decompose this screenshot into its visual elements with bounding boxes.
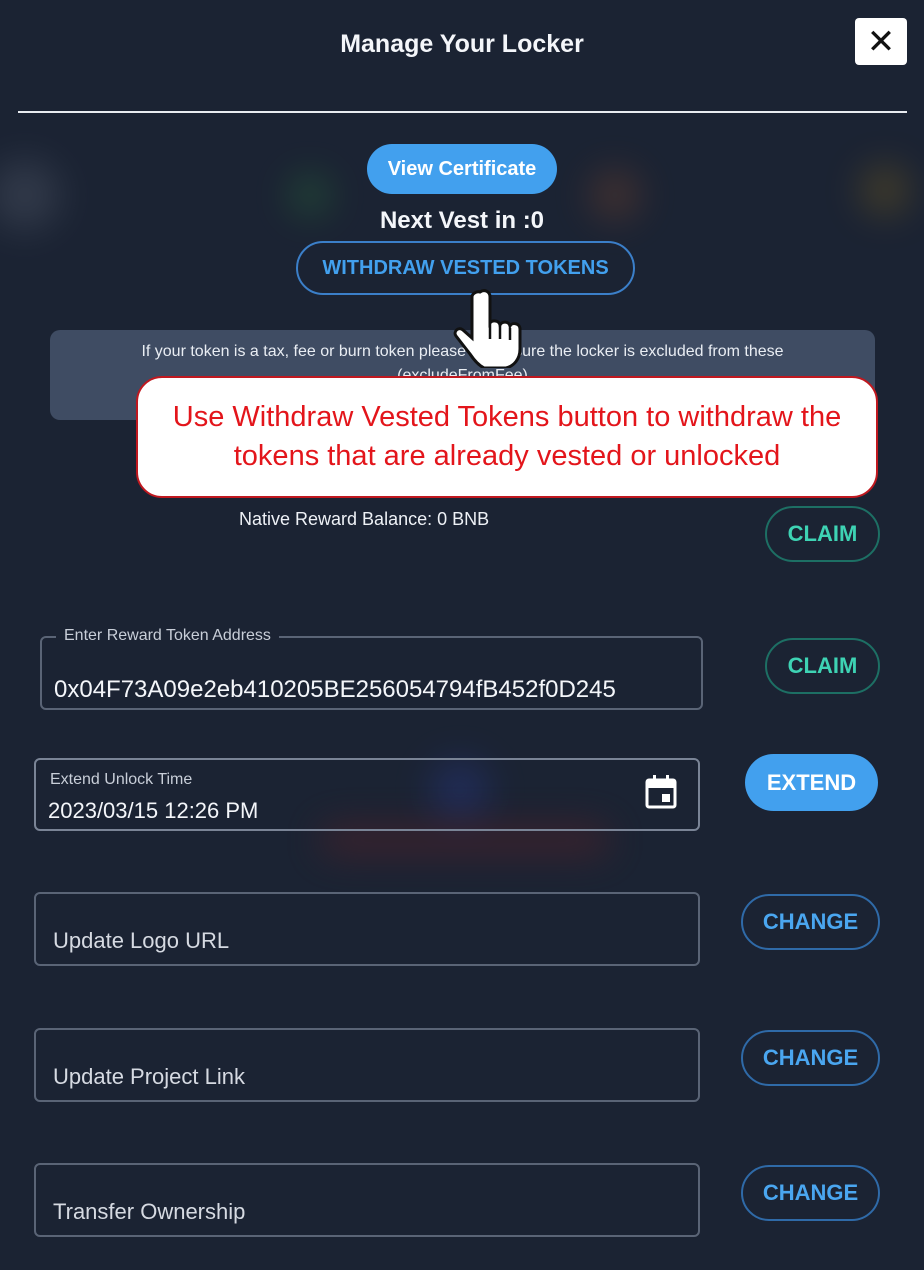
update-logo-url-field[interactable]: Update Logo URL	[34, 892, 700, 966]
next-vest-text: Next Vest in :0	[379, 207, 545, 234]
claim-token-button[interactable]: CLAIM	[765, 638, 880, 694]
change-logo-button[interactable]: CHANGE	[741, 894, 880, 950]
reward-token-address-label: Enter Reward Token Address	[56, 627, 279, 645]
update-project-link-placeholder: Update Project Link	[53, 1064, 245, 1089]
view-certificate-button[interactable]: View Certificate	[367, 144, 557, 194]
extend-unlock-time-label: Extend Unlock Time	[50, 771, 193, 788]
withdraw-vested-tokens-button[interactable]: WITHDRAW VESTED TOKENS	[296, 241, 635, 295]
transfer-ownership-placeholder: Transfer Ownership	[53, 1199, 246, 1224]
change-project-link-button[interactable]: CHANGE	[741, 1030, 880, 1086]
calendar-icon[interactable]	[644, 774, 678, 810]
reward-token-address-field[interactable]: Enter Reward Token Address 0x04F73A09e2e…	[40, 627, 703, 710]
transfer-ownership-field[interactable]: Transfer Ownership	[34, 1163, 700, 1237]
tutorial-callout: Use Withdraw Vested Tokens button to wit…	[136, 376, 878, 498]
hand-pointer-icon	[453, 289, 522, 368]
reward-token-address-value: 0x04F73A09e2eb410205BE256054794fB452f0D2…	[54, 676, 616, 703]
claim-native-button[interactable]: CLAIM	[765, 506, 880, 562]
transfer-ownership-button[interactable]: CHANGE	[741, 1165, 880, 1221]
close-button[interactable]: ✕	[855, 18, 907, 65]
native-reward-balance: Native Reward Balance: 0 BNB	[239, 509, 490, 529]
modal-title: Manage Your Locker	[340, 30, 584, 58]
extend-unlock-time-value: 2023/03/15 12:26 PM	[48, 798, 259, 823]
update-project-link-field[interactable]: Update Project Link	[34, 1028, 700, 1102]
extend-button[interactable]: EXTEND	[745, 754, 878, 811]
extend-unlock-time-field[interactable]: Extend Unlock Time 2023/03/15 12:26 PM	[34, 758, 700, 831]
header-divider	[18, 111, 907, 113]
update-logo-url-placeholder: Update Logo URL	[53, 928, 230, 953]
